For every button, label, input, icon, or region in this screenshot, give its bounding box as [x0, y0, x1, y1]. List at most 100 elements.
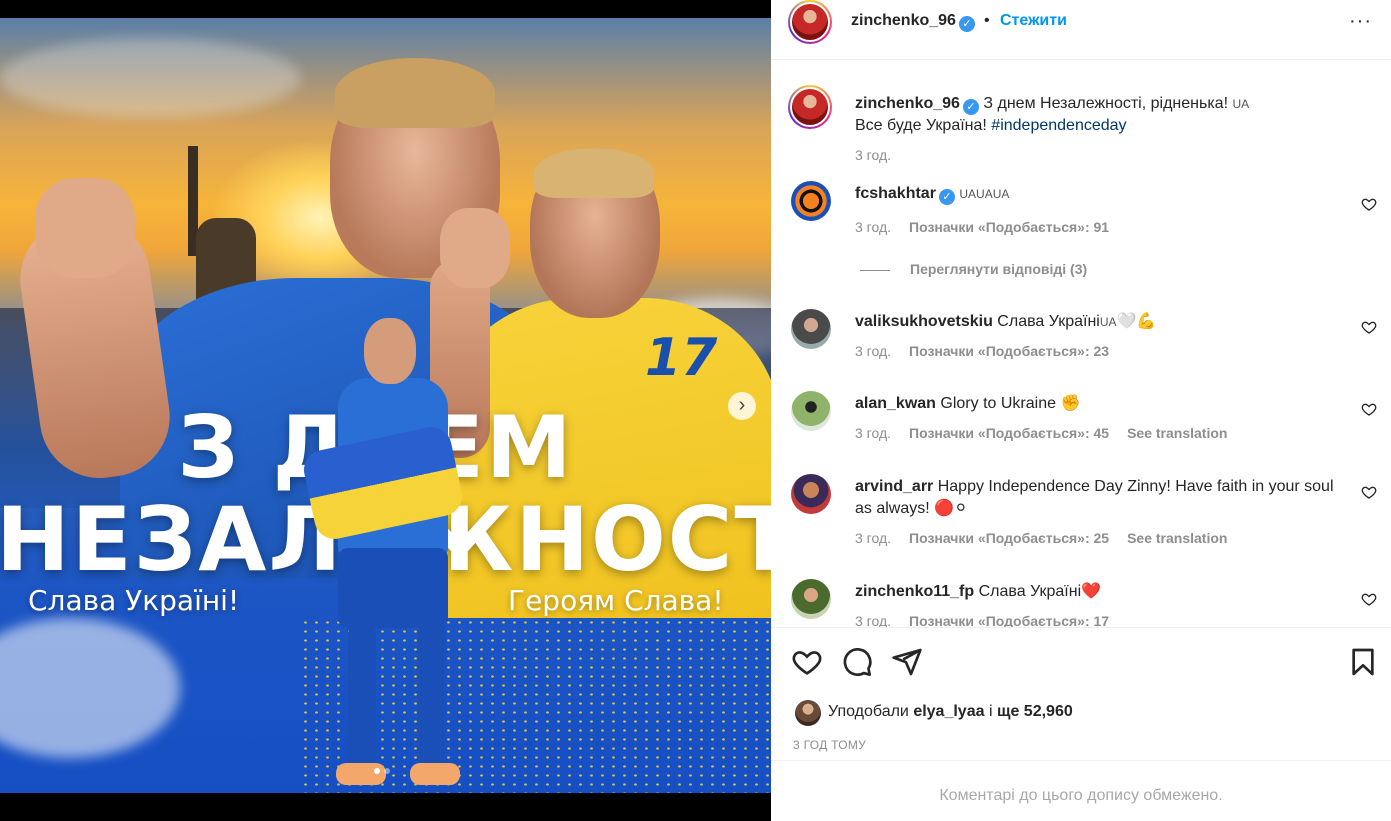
verified-badge-icon: ✓: [958, 16, 975, 32]
like-comment-heart-icon[interactable]: [1361, 591, 1377, 607]
comment-username[interactable]: valiksukhovetskiu: [855, 313, 993, 330]
post-header: zinchenko_96 ✓ • Стежити ···: [771, 0, 1391, 60]
comment-flags: UAUAUA: [959, 187, 1010, 201]
comment-text: alan_kwan Glory to Ukraine ✊: [855, 393, 1345, 415]
comment-meta: 3 год. Позначки «Подобається»: 17: [855, 613, 1109, 627]
player-right-fist: [440, 208, 510, 288]
more-options-icon[interactable]: ···: [1349, 10, 1372, 33]
likes-middle: і: [984, 703, 997, 720]
replies-divider: [860, 269, 890, 271]
instagram-post-modal: 17 З ДНЕМ НЕЗАЛЕЖНОСТІ! Слава Україні! Г…: [0, 0, 1391, 821]
slogan-right: Героям Слава!: [508, 584, 724, 617]
caption-text: zinchenko_96 ✓ З днем Незалежності, рідне…: [855, 93, 1355, 137]
comment-emoji: ❤️: [1081, 583, 1102, 600]
liker-username[interactable]: elya_lyaa: [913, 703, 984, 720]
post-media: 17 З ДНЕМ НЕЗАЛЕЖНОСТІ! Слава Україні! Г…: [0, 0, 771, 821]
comment-username[interactable]: fcshakhtar: [855, 185, 936, 202]
likes-text: Уподобали elya_lyaa і ще 52,960: [828, 703, 1073, 721]
comment-time: 3 год.: [855, 219, 892, 235]
liker-avatar[interactable]: [795, 700, 821, 726]
player-center-boot: [336, 763, 386, 785]
comment-likes[interactable]: Позначки «Подобається»: 17: [909, 613, 1109, 627]
comment-username[interactable]: zinchenko11_fp: [855, 583, 974, 600]
like-comment-heart-icon[interactable]: [1361, 196, 1377, 212]
chevron-right-icon: ›: [738, 394, 746, 416]
comment-avatar[interactable]: [791, 309, 831, 349]
carousel-dot: [384, 768, 390, 774]
comment-emoji: 🔴⚪: [934, 500, 968, 517]
likes-summary: Уподобали elya_lyaa і ще 52,960: [795, 700, 1375, 726]
comment-username[interactable]: arvind_arr: [855, 478, 933, 495]
comment-meta: 3 год. Позначки «Подобається»: 91: [855, 219, 1109, 235]
caption-avatar[interactable]: [788, 85, 832, 129]
comment-likes[interactable]: Позначки «Подобається»: 45: [909, 425, 1109, 441]
comment-time: 3 год.: [855, 425, 892, 441]
comment-emoji: 🤍💪: [1116, 313, 1157, 330]
see-translation-link[interactable]: See translation: [1127, 530, 1227, 546]
caption-username[interactable]: zinchenko_96: [855, 95, 960, 112]
slogan-left: Слава Україні!: [28, 584, 240, 617]
caption-line2: Все буде Україна!: [855, 117, 992, 134]
comments-list[interactable]: zinchenko_96 ✓ З днем Незалежності, рідне…: [771, 61, 1391, 627]
comment-text: zinchenko11_fp Слава Україні❤️: [855, 581, 1345, 603]
player-center: [300, 318, 478, 793]
comment-body: Glory to Ukraine: [940, 395, 1061, 412]
player-center-head: [364, 318, 416, 384]
like-comment-heart-icon[interactable]: [1361, 401, 1377, 417]
comment-time: 3 год.: [855, 530, 892, 546]
comment-text: fcshakhtar ✓ UAUAUA: [855, 183, 1345, 205]
view-replies-label[interactable]: Переглянути відповіді (3): [910, 261, 1087, 277]
cloud: [0, 618, 180, 758]
see-translation-link[interactable]: See translation: [1127, 425, 1227, 441]
comment-flag: UA: [1099, 315, 1117, 329]
comment-avatar[interactable]: [791, 474, 831, 514]
verified-badge-icon: ✓: [962, 99, 979, 115]
share-paper-plane-icon[interactable]: [891, 646, 923, 678]
caption-line1: З днем Незалежності, рідненька!: [983, 95, 1233, 112]
like-heart-icon[interactable]: [791, 646, 823, 678]
comment-meta: 3 год. Позначки «Подобається»: 45 See tran…: [855, 425, 1227, 441]
verified-badge-icon: ✓: [938, 189, 955, 205]
player-left-hair: [335, 58, 495, 128]
caption-time: 3 год.: [855, 147, 892, 163]
caption-hashtag[interactable]: #independenceday: [991, 117, 1126, 134]
header-separator: •: [984, 12, 990, 29]
comment-likes[interactable]: Позначки «Подобається»: 25: [909, 530, 1109, 546]
comment-avatar[interactable]: [791, 579, 831, 619]
comment-username[interactable]: alan_kwan: [855, 395, 936, 412]
comment-body: Слава Україні: [997, 313, 1100, 330]
caption-flag: UA: [1232, 97, 1250, 111]
comment-meta: 3 год. Позначки «Подобається»: 25 See tran…: [855, 530, 1227, 546]
save-bookmark-icon[interactable]: [1347, 646, 1379, 678]
comment-emoji: ✊: [1060, 395, 1081, 412]
post-image: 17 З ДНЕМ НЕЗАЛЕЖНОСТІ! Слава Україні! Г…: [0, 18, 771, 793]
comment-body: Слава Україні: [978, 583, 1082, 600]
player-left-fist: [35, 178, 135, 278]
carousel-dot-active: [374, 768, 380, 774]
player-center-boot: [410, 763, 460, 785]
like-comment-heart-icon[interactable]: [1361, 319, 1377, 335]
post-actions: [771, 627, 1391, 697]
carousel-dots: [374, 768, 390, 774]
comment-avatar[interactable]: [791, 391, 831, 431]
post-timestamp[interactable]: 3 ГОД ТОМУ: [793, 738, 866, 752]
comment-likes[interactable]: Позначки «Подобається»: 23: [909, 343, 1109, 359]
player-center-leg: [418, 623, 446, 773]
like-comment-heart-icon[interactable]: [1361, 484, 1377, 500]
comment-bubble-icon[interactable]: [841, 646, 873, 678]
author-username[interactable]: zinchenko_96 ✓: [851, 12, 975, 32]
player-center-shorts: [338, 548, 448, 628]
author-username-text[interactable]: zinchenko_96: [851, 12, 956, 29]
player-number: 17: [645, 328, 718, 388]
author-avatar[interactable]: [788, 0, 832, 44]
post-details-panel: zinchenko_96 ✓ • Стежити ··· zinchenko_96…: [771, 0, 1391, 821]
comment-likes[interactable]: Позначки «Подобається»: 91: [909, 219, 1109, 235]
player-center-leg: [348, 623, 376, 773]
comment-avatar[interactable]: [791, 181, 831, 221]
carousel-next-button[interactable]: ›: [728, 392, 756, 420]
follow-button[interactable]: Стежити: [1000, 12, 1067, 30]
player-right-hair: [534, 148, 654, 198]
comments-restricted-notice: Коментарі до цього допису обмежено.: [771, 760, 1391, 821]
view-replies-button[interactable]: Переглянути відповіді (3): [860, 261, 1087, 277]
likes-count[interactable]: ще 52,960: [997, 703, 1073, 720]
